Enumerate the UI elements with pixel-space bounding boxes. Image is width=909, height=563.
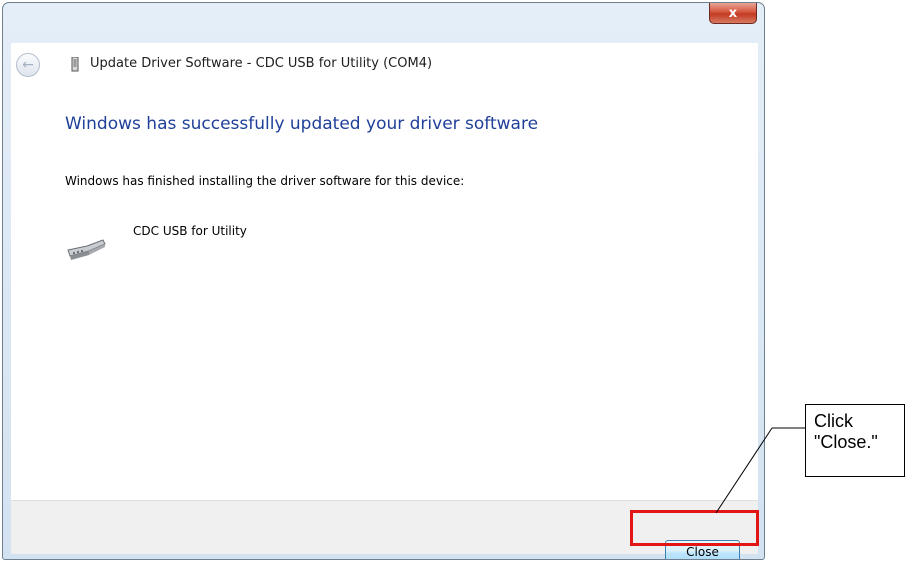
dialog-header: ← Update Driver Software - CDC USB for U… bbox=[11, 43, 758, 88]
update-driver-dialog: x ← Update Driver Software - CDC USB for… bbox=[2, 2, 765, 560]
window-close-button[interactable]: x bbox=[709, 3, 757, 24]
dialog-content: Windows has successfully updated your dr… bbox=[11, 88, 758, 501]
instruction-callout: Click "Close." bbox=[805, 404, 905, 477]
close-icon: x bbox=[728, 5, 738, 21]
back-button[interactable]: ← bbox=[16, 53, 40, 77]
device-name: CDC USB for Utility bbox=[133, 224, 247, 238]
close-button-highlight bbox=[630, 510, 759, 546]
finish-description: Windows has finished installing the driv… bbox=[65, 174, 465, 188]
usb-plug-icon bbox=[71, 57, 79, 72]
serial-port-icon bbox=[67, 239, 106, 260]
success-heading: Windows has successfully updated your dr… bbox=[65, 114, 539, 134]
window-title: Update Driver Software - CDC USB for Uti… bbox=[90, 56, 433, 71]
back-arrow-icon: ← bbox=[22, 57, 34, 73]
